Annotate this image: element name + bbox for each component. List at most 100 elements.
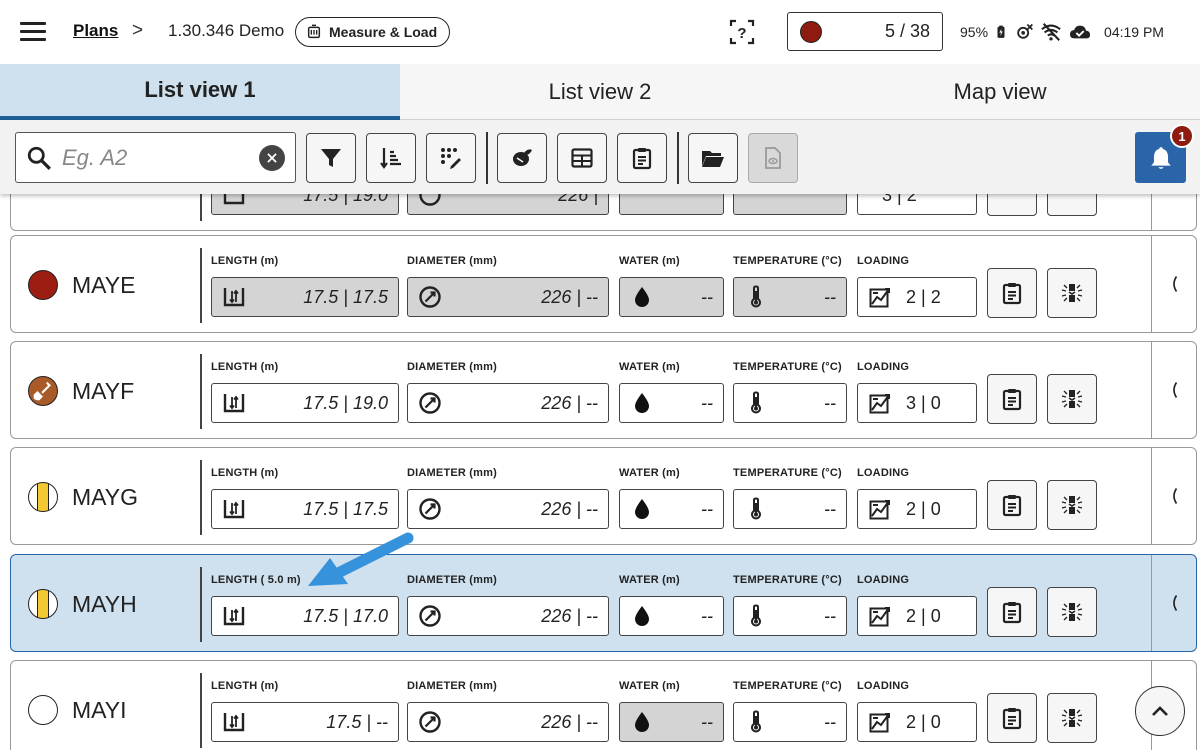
breadcrumb-plans-link[interactable]: Plans <box>73 21 118 41</box>
scroll-to-top-button[interactable] <box>1135 686 1185 736</box>
list-item[interactable]: MAYF LENGTH (m) 17.5 | 19.0 DIAMETER (mm) 22… <box>10 341 1197 439</box>
gps-off-icon <box>1017 23 1033 39</box>
diameter-label: DIAMETER (mm) <box>407 467 497 479</box>
menu-icon[interactable] <box>20 22 46 42</box>
length-field[interactable]: 17.5 | -- <box>211 702 399 742</box>
report-button[interactable] <box>617 133 667 183</box>
search-input[interactable] <box>62 144 259 171</box>
loading-field[interactable]: 2 | 2 <box>857 277 977 317</box>
loading-chart-icon <box>869 607 890 627</box>
length-label: LENGTH (m) <box>211 680 279 692</box>
status-button[interactable] <box>1047 693 1097 743</box>
status-button[interactable] <box>1047 480 1097 530</box>
water-label: WATER (m) <box>619 361 680 373</box>
length-field[interactable]: 17.5 | 19.0 <box>211 383 399 423</box>
temperature-field[interactable]: -- <box>733 596 847 636</box>
expand-row-button[interactable] <box>1151 342 1196 438</box>
temperature-field[interactable]: -- <box>733 489 847 529</box>
status-button[interactable] <box>1047 194 1097 216</box>
loading-field[interactable]: 3 | 2 <box>857 194 977 215</box>
length-field[interactable]: 17.5 | 17.5 <box>211 489 399 529</box>
document-view-button[interactable] <box>748 133 798 183</box>
diameter-field[interactable]: 226 | -- <box>407 383 609 423</box>
water-field[interactable] <box>619 194 724 215</box>
status-marker-striped <box>28 589 58 619</box>
length-value: 17.5 | 19.0 <box>303 194 388 205</box>
help-search-icon[interactable]: ? <box>727 17 757 47</box>
expand-row-button[interactable] <box>1151 236 1196 332</box>
list-item-selected[interactable]: MAYH LENGTH ( 5.0 m) 17.5 | 17.0 DIAMETER (… <box>10 554 1197 652</box>
status-marker-shovel-icon <box>28 376 58 406</box>
report-button[interactable] <box>987 194 1037 216</box>
plant-icon <box>513 149 532 166</box>
clipboard-icon <box>1002 602 1022 624</box>
temperature-field[interactable] <box>733 194 847 215</box>
water-drop-icon <box>635 712 649 732</box>
report-button[interactable] <box>987 374 1037 424</box>
diameter-field[interactable]: 226 | -- <box>407 702 609 742</box>
water-value: -- <box>701 286 713 307</box>
temperature-field[interactable]: -- <box>733 277 847 317</box>
diameter-field[interactable]: 226 | -- <box>407 277 609 317</box>
filter-icon <box>321 149 341 167</box>
sort-button[interactable] <box>366 133 416 183</box>
folder-button[interactable] <box>688 133 738 183</box>
bulk-edit-button[interactable] <box>426 133 476 183</box>
temperature-field[interactable]: -- <box>733 383 847 423</box>
length-field[interactable]: 17.5 | 17.5 <box>211 277 399 317</box>
length-value: 17.5 | 17.0 <box>303 605 388 626</box>
water-field[interactable]: -- <box>619 489 724 529</box>
report-button[interactable] <box>987 587 1037 637</box>
temperature-label: TEMPERATURE (°C) <box>733 255 842 267</box>
report-button[interactable] <box>987 693 1037 743</box>
notifications-button[interactable]: 1 <box>1135 124 1194 183</box>
water-field[interactable]: -- <box>619 277 724 317</box>
report-button[interactable] <box>987 268 1037 318</box>
plant-button[interactable] <box>497 133 547 183</box>
pile-break-icon <box>1061 709 1083 727</box>
thermometer-icon <box>751 710 761 733</box>
expand-row-button[interactable] <box>1151 555 1196 651</box>
water-field[interactable]: -- <box>619 383 724 423</box>
mode-pill[interactable]: Measure & Load <box>295 17 451 47</box>
tab-list-view-2[interactable]: List view 2 <box>400 64 800 120</box>
loading-field[interactable]: 2 | 0 <box>857 702 977 742</box>
list-item[interactable]: MAYE LENGTH (m) 17.5 | 17.5 DIAMETER (mm) 22… <box>10 235 1197 333</box>
expand-row-button[interactable] <box>1151 448 1196 544</box>
table-button[interactable] <box>557 133 607 183</box>
expand-row-button[interactable] <box>1151 194 1196 230</box>
status-button[interactable] <box>1047 268 1097 318</box>
list-item[interactable]: 17.5 | 19.0 226 | 3 | 2 <box>10 194 1197 231</box>
list-item[interactable]: MAYI LENGTH (m) 17.5 | -- DIAMETER (mm) 226 … <box>10 660 1197 750</box>
water-field[interactable]: -- <box>619 702 724 742</box>
list-item[interactable]: MAYG LENGTH (m) 17.5 | 17.5 DIAMETER (mm) 22… <box>10 447 1197 545</box>
temperature-field[interactable]: -- <box>733 702 847 742</box>
diameter-field[interactable]: 226 | <box>407 194 609 215</box>
water-field[interactable]: -- <box>619 596 724 636</box>
tab-list-view-1[interactable]: List view 1 <box>0 64 400 120</box>
clear-search-button[interactable] <box>259 144 285 171</box>
item-name: MAYF <box>72 378 135 404</box>
length-field[interactable]: 17.5 | 17.0 <box>211 596 399 636</box>
diameter-label: DIAMETER (mm) <box>407 574 497 586</box>
progress-counter[interactable]: 5 / 38 <box>787 12 943 51</box>
loading-value: 2 | 0 <box>906 711 941 732</box>
chevron-left-icon <box>1173 488 1178 504</box>
loading-field[interactable]: 2 | 0 <box>857 489 977 529</box>
status-button[interactable] <box>1047 587 1097 637</box>
length-label: LENGTH (m) <box>211 255 279 267</box>
water-value: -- <box>701 605 713 626</box>
diameter-icon <box>419 286 441 308</box>
diameter-field[interactable]: 226 | -- <box>407 489 609 529</box>
loading-field[interactable]: 2 | 0 <box>857 596 977 636</box>
tab-map-view[interactable]: Map view <box>800 64 1200 120</box>
diameter-field[interactable]: 226 | -- <box>407 596 609 636</box>
temperature-label: TEMPERATURE (°C) <box>733 574 842 586</box>
loading-field[interactable]: 3 | 0 <box>857 383 977 423</box>
water-value: -- <box>701 498 713 519</box>
status-button[interactable] <box>1047 374 1097 424</box>
filter-button[interactable] <box>306 133 356 183</box>
report-button[interactable] <box>987 480 1037 530</box>
length-field[interactable]: 17.5 | 19.0 <box>211 194 399 215</box>
diameter-value: 226 | -- <box>541 711 598 732</box>
